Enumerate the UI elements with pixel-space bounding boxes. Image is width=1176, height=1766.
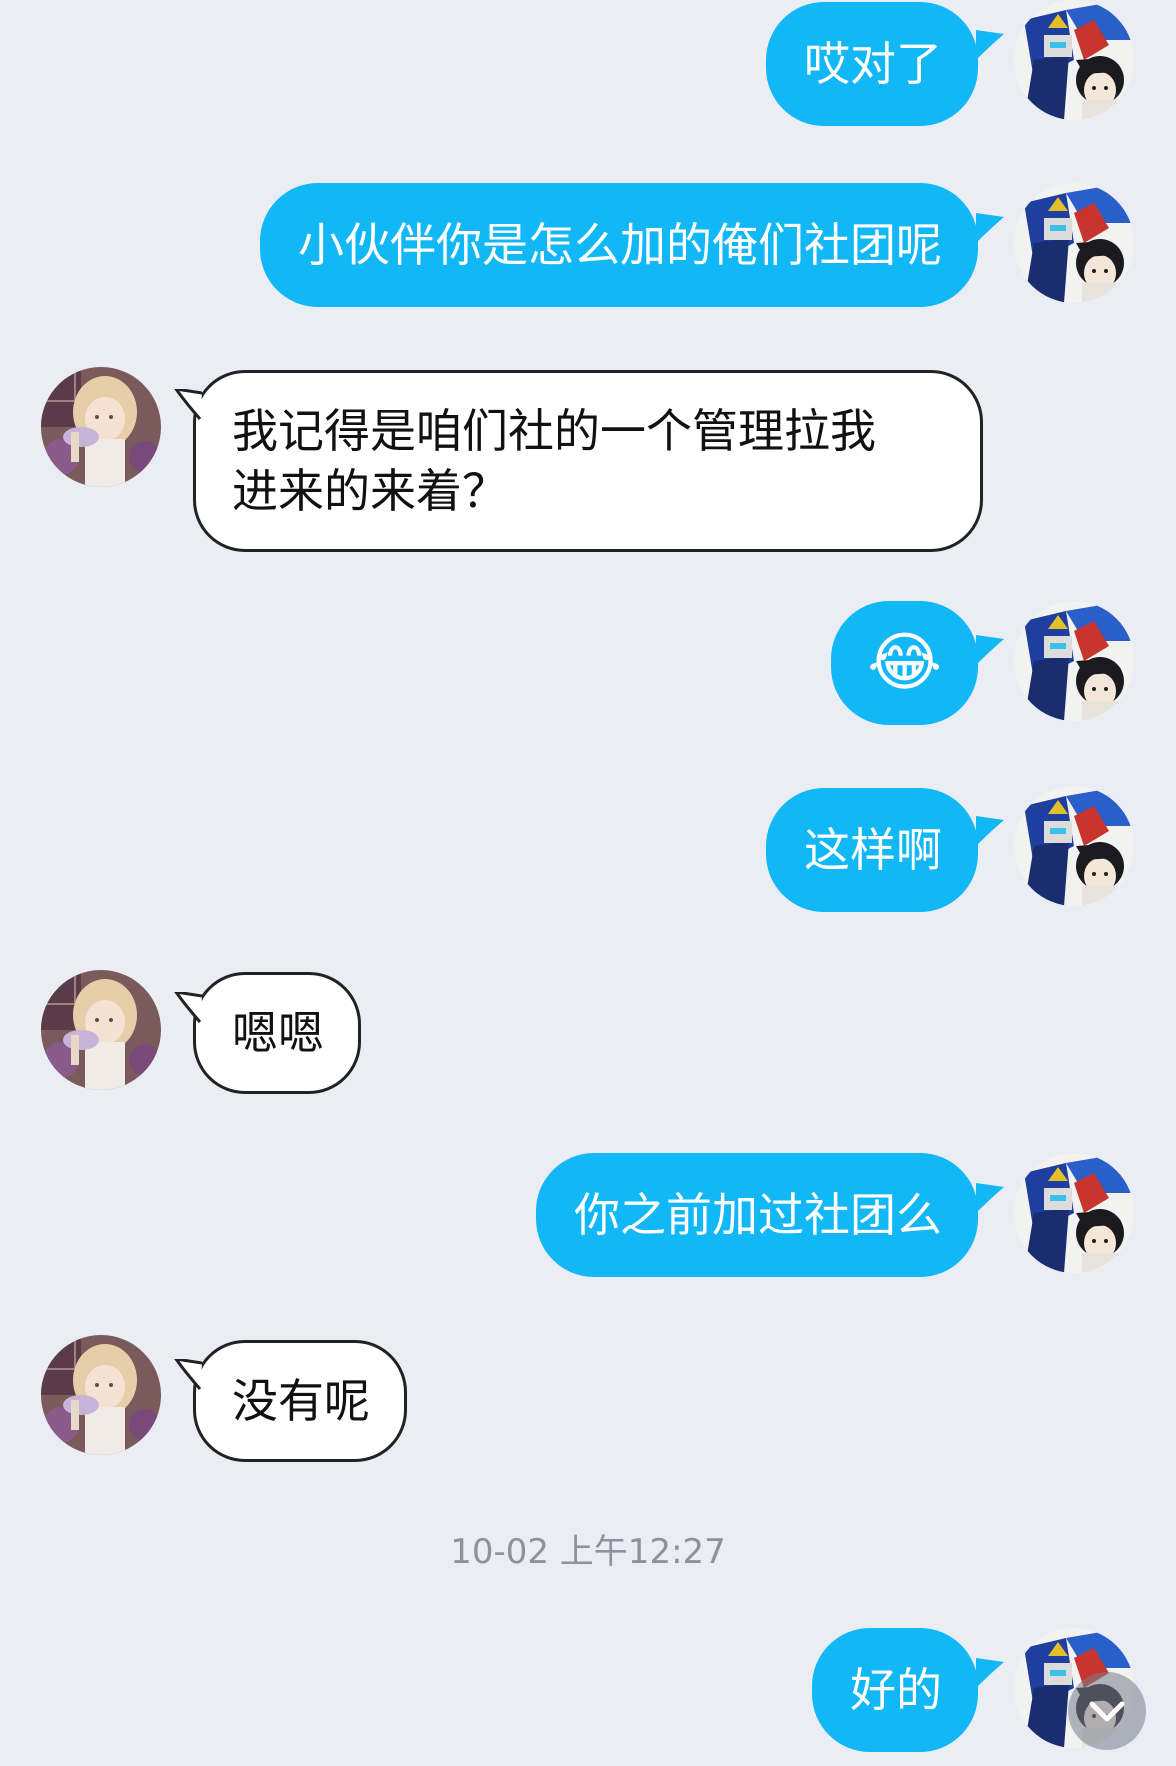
chevron-down-icon (1089, 1701, 1125, 1722)
other-avatar-icon[interactable] (41, 970, 161, 1090)
self-avatar-icon[interactable] (1014, 786, 1134, 906)
self-avatar-icon[interactable] (1014, 1153, 1134, 1273)
bubble-tail (976, 635, 1004, 665)
bubble-tail (976, 1658, 1004, 1688)
bubble-tail (976, 213, 1004, 243)
outgoing-message-bubble[interactable]: 好的 (812, 1628, 978, 1752)
bubble-tail (174, 389, 202, 420)
self-avatar-icon[interactable] (1014, 601, 1134, 721)
bubble-tail (976, 1183, 1004, 1213)
outgoing-message-bubble[interactable]: 哎对了 (766, 2, 978, 126)
incoming-message-bubble[interactable]: 嗯嗯 (193, 972, 361, 1094)
scroll-down-button[interactable] (1068, 1672, 1146, 1750)
self-avatar-icon[interactable] (1014, 183, 1134, 303)
outgoing-message-bubble[interactable]: 这样啊 (766, 788, 978, 912)
other-avatar-icon[interactable] (41, 1335, 161, 1455)
outgoing-message-bubble[interactable]: 小伙伴你是怎么加的俺们社团呢 (260, 183, 978, 307)
bubble-tail (976, 30, 1004, 60)
self-avatar-icon[interactable] (1014, 0, 1134, 120)
outgoing-message-bubble[interactable]: 你之前加过社团么 (536, 1153, 978, 1277)
incoming-message-bubble[interactable]: 我记得是咱们社的一个管理拉我 进来的来着？ (193, 370, 983, 552)
bubble-tail (174, 1359, 202, 1390)
timestamp: 10-02 上午12:27 (450, 1532, 726, 1572)
incoming-message-bubble[interactable]: 没有呢 (193, 1340, 407, 1462)
bubble-tail (976, 816, 1004, 846)
other-avatar-icon[interactable] (41, 367, 161, 487)
outgoing-emoji-bubble[interactable]: 😂 (831, 601, 978, 725)
bubble-tail (174, 992, 202, 1023)
